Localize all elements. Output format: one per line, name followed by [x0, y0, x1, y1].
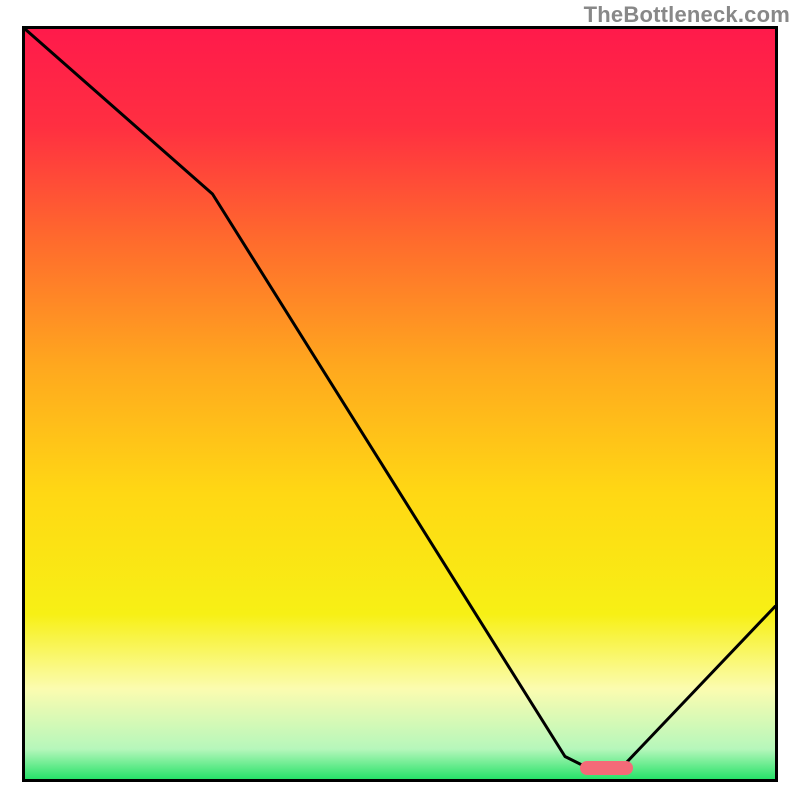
watermark-label: TheBottleneck.com — [584, 2, 790, 28]
curve-layer — [25, 29, 775, 779]
chart-container: TheBottleneck.com — [0, 0, 800, 800]
plot-area — [22, 26, 778, 782]
bottleneck-curve — [25, 29, 775, 772]
optimal-marker — [580, 761, 633, 775]
